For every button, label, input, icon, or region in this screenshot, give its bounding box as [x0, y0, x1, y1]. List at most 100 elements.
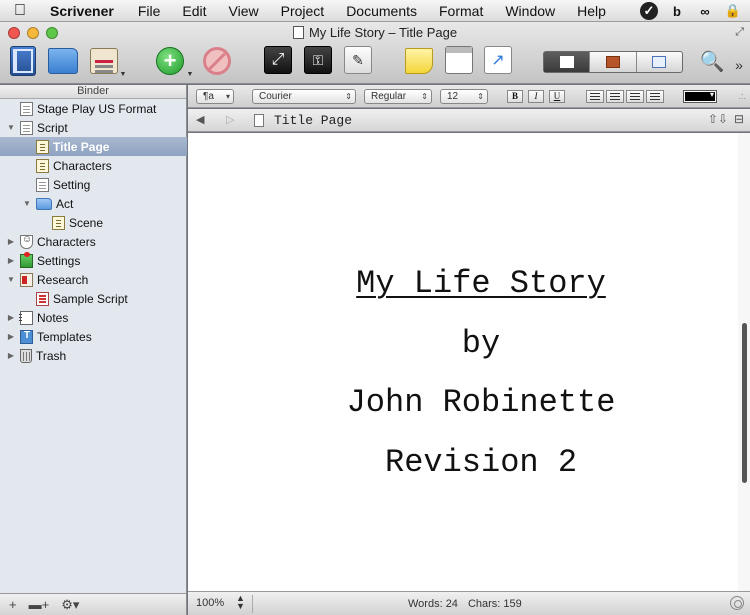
align-center-button[interactable]	[606, 90, 624, 103]
export-button[interactable]: ↗	[484, 46, 512, 74]
outline-view-button[interactable]	[637, 52, 682, 72]
project-folder-button[interactable]	[48, 48, 78, 74]
binder-item-characters[interactable]: ▶ Characters	[0, 232, 187, 251]
binder-item-setting[interactable]: Setting	[0, 175, 187, 194]
disclosure-triangle-icon[interactable]: ▶	[6, 332, 16, 341]
binder-item-act[interactable]: ▼ Act	[0, 194, 187, 213]
binder-item-title-page[interactable]: Title Page	[0, 137, 187, 156]
editor-line-title[interactable]: My Life Story	[188, 265, 750, 302]
binder-item-label: Characters	[37, 234, 96, 249]
script-icon	[36, 158, 49, 173]
disclosure-triangle-icon[interactable]: ▶	[6, 351, 16, 360]
add-folder-button[interactable]: ▬+	[29, 597, 50, 612]
document-proxy-icon[interactable]	[292, 26, 304, 39]
binder-item-label: Trash	[36, 348, 67, 363]
document-icon[interactable]	[254, 114, 264, 127]
binder-item-stage-play-us-format[interactable]: Stage Play US Format	[0, 99, 187, 118]
keywords-button[interactable]: ⚿	[304, 46, 332, 74]
split-view-icon[interactable]: ⊟	[734, 112, 744, 126]
binder-item-label: Research	[37, 272, 89, 287]
binder-item-trash[interactable]: ▶ Trash	[0, 346, 187, 365]
forward-arrow-icon[interactable]: ▷	[226, 113, 234, 126]
delete-button[interactable]	[203, 47, 231, 75]
notes-icon	[19, 310, 33, 325]
fullscreen-icon[interactable]: ⤢	[735, 26, 744, 39]
align-right-button[interactable]	[626, 90, 644, 103]
view-mode-button[interactable]	[90, 48, 118, 74]
search-icon[interactable]: 🔍	[697, 46, 727, 76]
disclosure-triangle-icon[interactable]: ▼	[22, 199, 32, 208]
binder-item-notes[interactable]: ▶ Notes	[0, 308, 187, 327]
up-down-arrows-icon[interactable]: ⇧⇩	[708, 112, 728, 126]
gear-icon[interactable]: ⚙▾	[61, 597, 79, 613]
toolbar-overflow-icon[interactable]: »	[731, 50, 747, 80]
doc-icon	[36, 177, 49, 192]
font-family-select[interactable]: Courier ⇕	[252, 89, 356, 104]
disclosure-triangle-icon[interactable]: ▼	[6, 123, 16, 132]
menu-view[interactable]: View	[229, 3, 259, 19]
format-bar: ¶a ▾ Courier ⇕ Regular ⇕ 12 ⇕ B I U ▾ .:.	[188, 85, 750, 108]
apple-menu-icon[interactable]: 	[14, 2, 36, 20]
back-arrow-icon[interactable]: ◀	[196, 113, 204, 126]
menu-format[interactable]: Format	[439, 3, 483, 19]
disclosure-triangle-icon[interactable]: ▼	[6, 275, 16, 284]
add-document-button[interactable]: +	[156, 47, 184, 75]
menu-documents[interactable]: Documents	[346, 3, 417, 19]
menu-file[interactable]: File	[138, 3, 161, 19]
edit-pencil-button[interactable]: ✎	[344, 46, 372, 74]
trash-icon	[20, 348, 32, 363]
menu-help[interactable]: Help	[577, 3, 606, 19]
font-size-select[interactable]: 12 ⇕	[440, 89, 488, 104]
editor-scrollbar[interactable]	[738, 133, 750, 591]
creative-cloud-icon[interactable]: ∞	[696, 2, 714, 20]
add-item-button[interactable]: +	[9, 597, 17, 612]
zoom-level[interactable]: 100%	[196, 597, 224, 609]
target-icon[interactable]	[730, 596, 744, 610]
binder-item-script[interactable]: ▼ Script	[0, 118, 187, 137]
binder-toggle-button[interactable]	[10, 46, 36, 76]
window-title: My Life Story – Title Page	[0, 25, 750, 40]
char-count: Chars: 159	[467, 598, 522, 610]
lock-icon[interactable]: 🔒	[724, 2, 742, 20]
italic-button[interactable]: I	[528, 90, 544, 103]
editor-line-revision[interactable]: Revision 2	[188, 444, 750, 481]
checkmark-circle-icon[interactable]: ✓	[640, 2, 658, 20]
b-icon[interactable]: b	[668, 2, 686, 20]
binder-item-sample-script[interactable]: Sample Script	[0, 289, 187, 308]
binder-item-label: Setting	[53, 177, 91, 192]
editor-text-area[interactable]: My Life Story by John Robinette Revision…	[188, 133, 750, 591]
format-bar-overflow-icon[interactable]: .:.	[738, 91, 746, 101]
quick-reference-button[interactable]	[445, 46, 473, 74]
align-justify-button[interactable]	[646, 90, 664, 103]
paragraph-style-select[interactable]: ¶a ▾	[196, 89, 234, 104]
menu-project[interactable]: Project	[281, 3, 325, 19]
window-titlebar: My Life Story – Title Page ⤢ ▼ + ▼ ⤢ ⚿ ✎…	[0, 22, 750, 84]
binder-item-settings[interactable]: ▶ Settings	[0, 251, 187, 270]
bold-button[interactable]: B	[507, 90, 523, 103]
binder-item-templates[interactable]: ▶ Templates	[0, 327, 187, 346]
disclosure-triangle-icon[interactable]: ▶	[6, 313, 16, 322]
disclosure-triangle-icon[interactable]: ▶	[6, 256, 16, 265]
binder-item-scene[interactable]: Scene	[0, 213, 187, 232]
binder-item-research[interactable]: ▼ Research	[0, 270, 187, 289]
disclosure-triangle-icon[interactable]: ▶	[6, 237, 16, 246]
menu-window[interactable]: Window	[505, 3, 555, 19]
chevron-down-icon[interactable]: ▾	[710, 90, 714, 99]
binder-item-characters[interactable]: Characters	[0, 156, 187, 175]
binder-item-label: Sample Script	[53, 291, 128, 306]
align-left-button[interactable]	[586, 90, 604, 103]
editor-line-by[interactable]: by	[188, 325, 750, 362]
font-weight-select[interactable]: Regular ⇕	[364, 89, 432, 104]
menu-scrivener[interactable]: Scrivener	[50, 3, 114, 19]
binder-item-label: Act	[56, 196, 74, 211]
corkboard-view-button[interactable]	[590, 52, 637, 72]
notes-button[interactable]	[405, 48, 433, 74]
composition-mode-button[interactable]: ⤢	[264, 46, 292, 74]
binder-item-label: Settings	[37, 253, 81, 268]
editor-line-author[interactable]: John Robinette	[188, 384, 750, 421]
underline-button[interactable]: U	[549, 90, 565, 103]
scrollbar-thumb[interactable]	[742, 323, 747, 483]
scrivenings-view-button[interactable]	[544, 52, 591, 72]
menu-edit[interactable]: Edit	[182, 3, 206, 19]
zoom-stepper-icon[interactable]: ▲ ▼	[236, 594, 245, 611]
